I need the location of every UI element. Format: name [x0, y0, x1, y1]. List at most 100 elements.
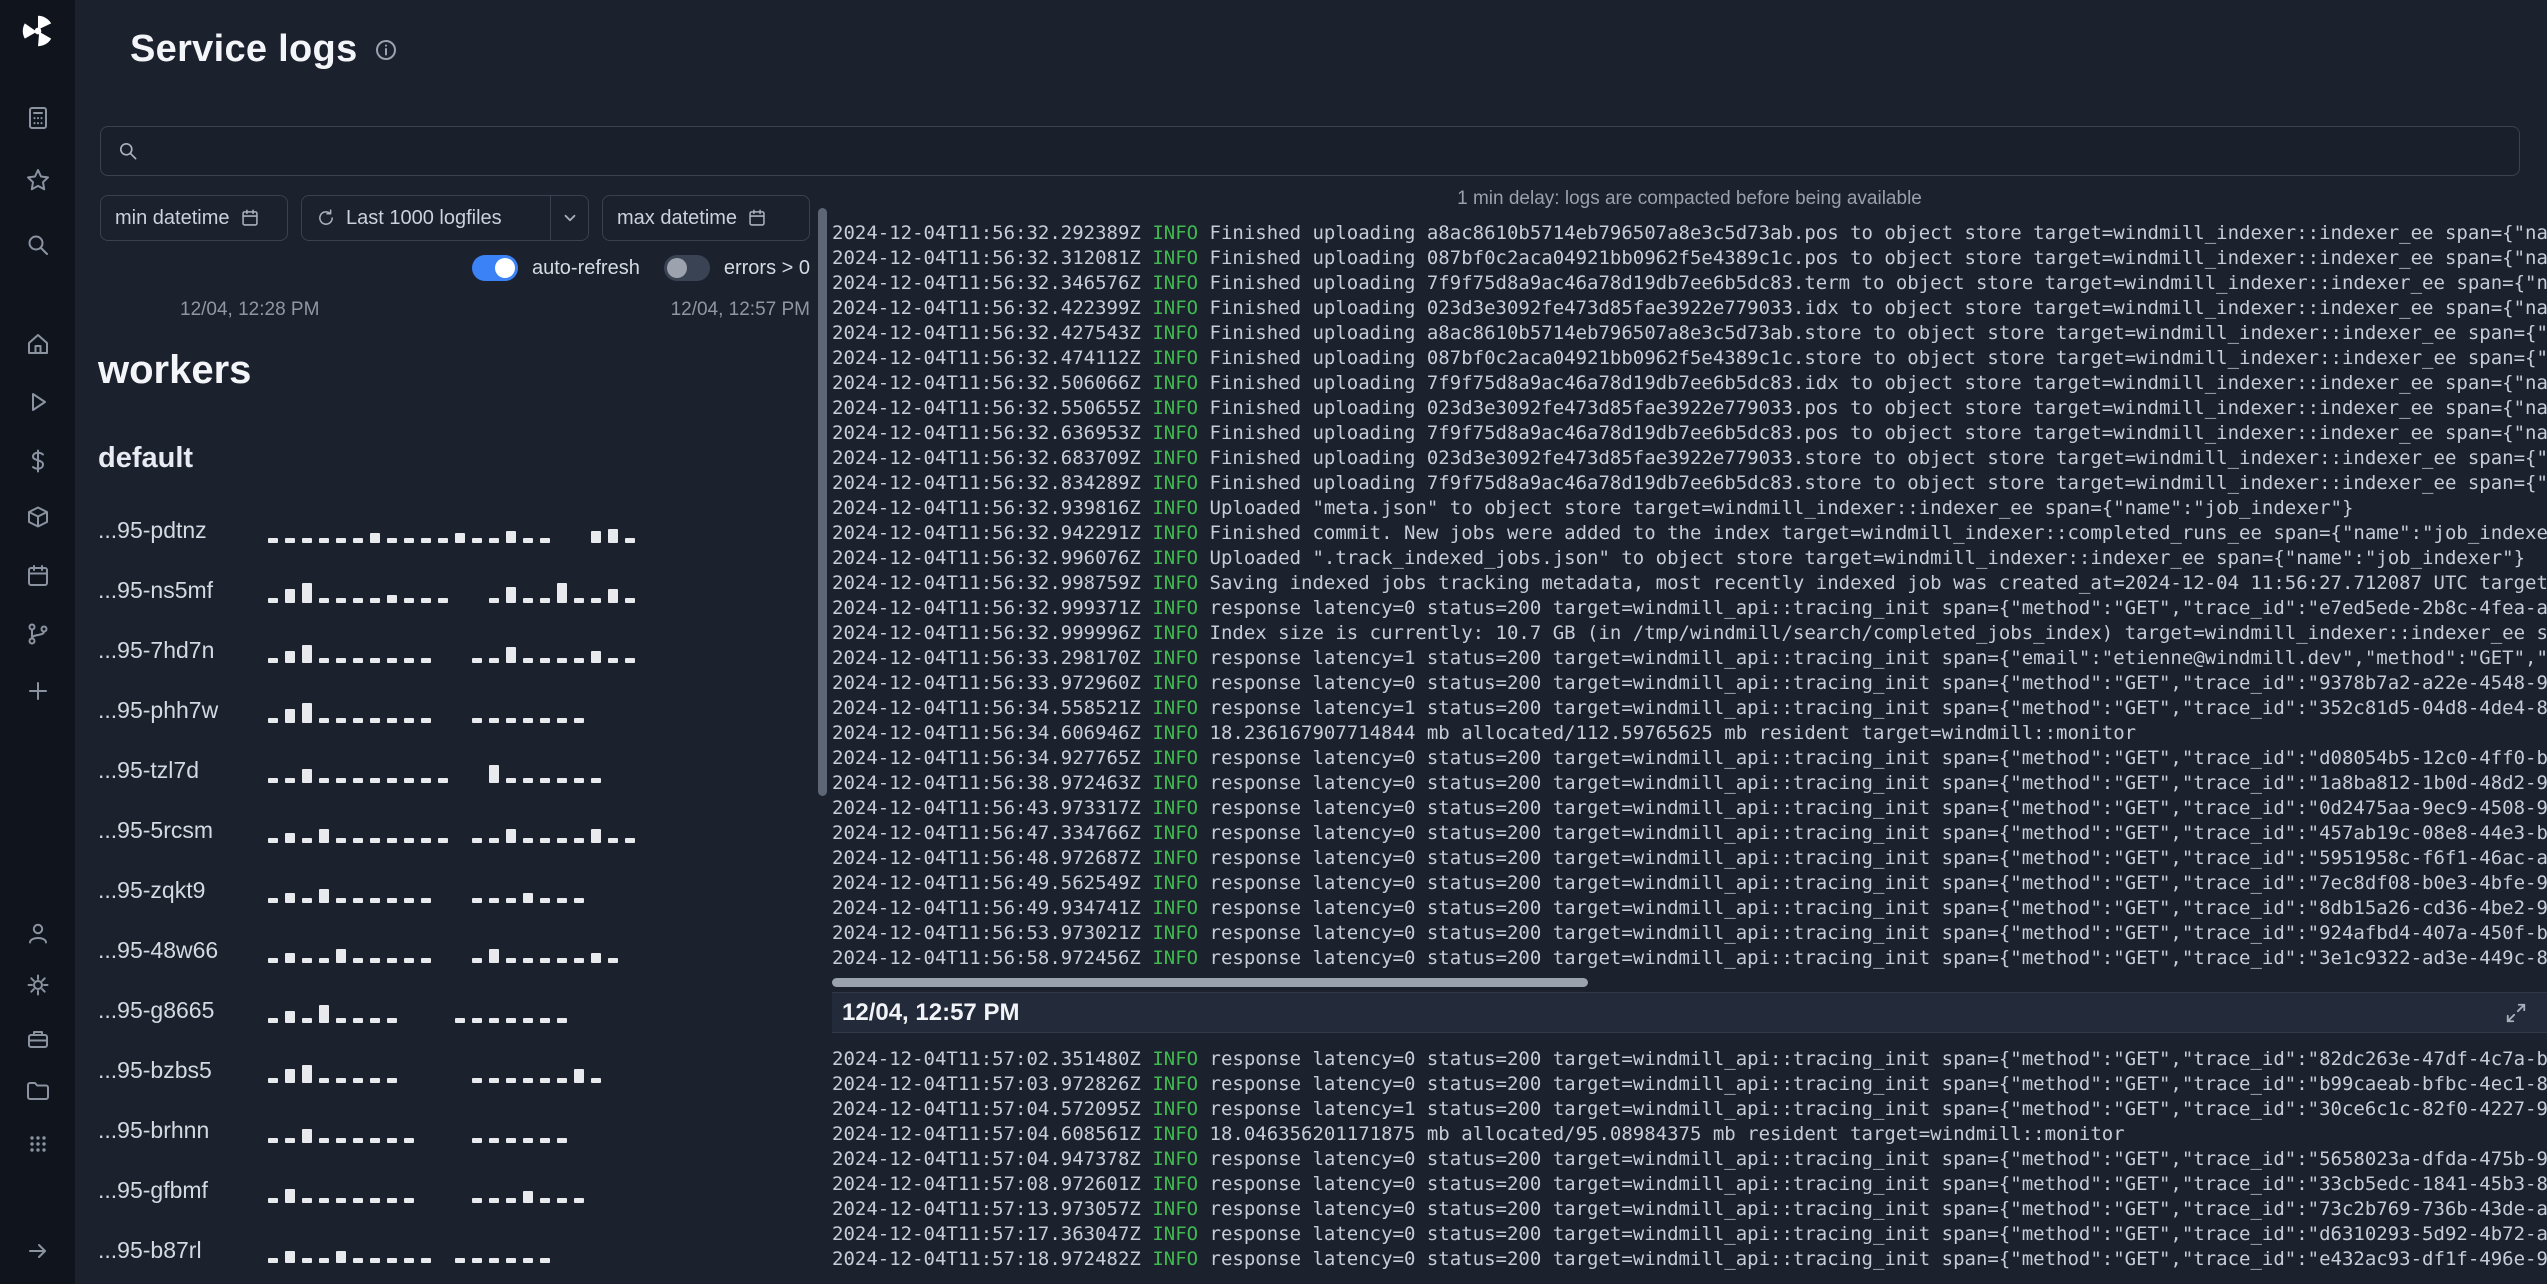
workers-toolbox-icon[interactable]: [24, 1025, 52, 1053]
sparkline-bar: [506, 898, 516, 903]
sparkline-bar: [268, 1018, 278, 1023]
log-timestamp: 2024-12-04T11:56:32.999371Z: [832, 597, 1141, 619]
delay-note: 1 min delay: logs are compacted before b…: [1457, 188, 1922, 209]
expand-sidebar-arrow-icon[interactable]: [24, 1237, 52, 1265]
sparkline-bar: [370, 1078, 380, 1083]
user-icon[interactable]: [24, 919, 52, 947]
sparkline-bar: [336, 718, 346, 723]
sparkline-bar: [455, 1081, 465, 1083]
log-line: 2024-12-04T11:56:32.292389Z INFO Finishe…: [832, 221, 2547, 246]
sparkline-bar: [285, 1069, 295, 1083]
sparkline-bar: [353, 658, 363, 663]
max-datetime-button[interactable]: max datetime: [602, 195, 810, 241]
worker-row[interactable]: ...95-7hd7n: [98, 620, 803, 680]
log-level: INFO: [1152, 222, 1199, 244]
calculator-icon[interactable]: [24, 104, 52, 132]
logfiles-select-main[interactable]: Last 1000 logfiles: [302, 196, 540, 240]
sparkline-bar: [319, 778, 329, 783]
auto-refresh-toggle[interactable]: [472, 255, 518, 281]
git-branch-icon[interactable]: [24, 620, 52, 648]
log-level: INFO: [1152, 1248, 1199, 1270]
windmill-logo-icon[interactable]: [19, 12, 57, 50]
star-icon[interactable]: [24, 166, 52, 194]
folder-icon[interactable]: [24, 1077, 52, 1105]
sparkline-bar: [353, 1078, 363, 1083]
worker-row[interactable]: ...95-ns5mf: [98, 560, 803, 620]
worker-row[interactable]: ...95-phh7w: [98, 680, 803, 740]
sparkline-bar: [319, 958, 329, 963]
sparkline-bar: [557, 778, 567, 783]
page-title: Service logs: [130, 28, 358, 70]
worker-row[interactable]: ...95-b87rl: [98, 1220, 803, 1280]
log-message: Finished uploading a8ac8610b5714eb796507…: [1209, 322, 2547, 344]
log-message: response latency=0 status=200 target=win…: [1209, 1223, 2547, 1245]
info-icon[interactable]: [374, 38, 398, 62]
sparkline-bar: [625, 1201, 635, 1203]
worker-name: ...95-5rcsm: [98, 816, 214, 843]
worker-row[interactable]: ...95-bzbs5: [98, 1040, 803, 1100]
plus-icon[interactable]: [24, 677, 52, 705]
runs-play-icon[interactable]: [24, 388, 52, 416]
min-datetime-button[interactable]: min datetime: [100, 195, 288, 241]
sparkline-bar: [591, 1078, 601, 1083]
sparkline-bar: [370, 1258, 380, 1263]
sparkline-bar: [557, 1078, 567, 1083]
sparkline-bar: [557, 1261, 567, 1263]
sparkline-bar: [540, 778, 550, 783]
sparkline-bar: [370, 1138, 380, 1143]
worker-row[interactable]: ...95-5rcsm: [98, 800, 803, 860]
resources-box-icon[interactable]: [24, 503, 52, 531]
search-input[interactable]: [151, 139, 2503, 163]
sparkline-bar: [285, 589, 295, 603]
sparkline-bar: [523, 718, 533, 723]
search-nav-icon[interactable]: [24, 231, 52, 259]
log-timestamp: 2024-12-04T11:56:47.334766Z: [832, 822, 1141, 844]
worker-row[interactable]: ...95-48w66: [98, 920, 803, 980]
log-timestamp: 2024-12-04T11:57:13.973057Z: [832, 1198, 1141, 1220]
logfiles-dropdown-button[interactable]: [550, 196, 588, 240]
sparkline-bar: [506, 829, 516, 843]
sparkline-bar: [370, 1198, 380, 1203]
sparkline-bar: [574, 1198, 584, 1203]
errors-toggle[interactable]: [663, 255, 710, 281]
sparkline-bar: [285, 1251, 295, 1263]
schedules-calendar-icon[interactable]: [24, 562, 52, 590]
horizontal-scrollbar[interactable]: [832, 978, 1588, 987]
sparkline-bar: [268, 718, 278, 723]
log-line: 2024-12-04T11:56:32.999371Z INFO respons…: [832, 596, 2547, 621]
expand-icon[interactable]: [2505, 1002, 2527, 1024]
grid-dots-icon[interactable]: [24, 1130, 52, 1158]
logfiles-select[interactable]: Last 1000 logfiles: [301, 195, 589, 241]
sparkline-bar: [557, 1198, 567, 1203]
worker-row[interactable]: ...95-g8665: [98, 980, 803, 1040]
home-icon[interactable]: [24, 330, 52, 358]
sparkline-bar: [540, 1138, 550, 1143]
worker-row[interactable]: ...95-zqkt9: [98, 860, 803, 920]
sparkline-bar: [370, 838, 380, 843]
worker-row[interactable]: ...95-gfbmf: [98, 1160, 803, 1220]
worker-row[interactable]: ...95-pdtnz: [98, 500, 803, 560]
sparkline-bar: [302, 645, 312, 663]
sparkline-bar: [557, 1018, 567, 1023]
sparkline-bar: [387, 1258, 397, 1263]
variables-dollar-icon[interactable]: [24, 447, 52, 475]
sparkline-bar: [387, 595, 397, 603]
log-line: 2024-12-04T11:56:32.636953Z INFO Finishe…: [832, 421, 2547, 446]
log-message: Index size is currently: 10.7 GB (in /tm…: [1209, 622, 2547, 644]
sparkline-bar: [387, 1078, 397, 1083]
log-line: 2024-12-04T11:56:32.312081Z INFO Finishe…: [832, 246, 2547, 271]
settings-gear-icon[interactable]: [24, 971, 52, 999]
vertical-scrollbar[interactable]: [818, 208, 827, 796]
log-level: INFO: [1152, 522, 1199, 544]
sparkline-bar: [404, 598, 414, 603]
worker-row[interactable]: ...95-brhnn: [98, 1100, 803, 1160]
log-message: response latency=0 status=200 target=win…: [1209, 847, 2547, 869]
log-message: 18.236167907714844 mb allocated/112.5976…: [1209, 722, 2137, 744]
log-line: 2024-12-04T11:56:49.934741Z INFO respons…: [832, 896, 2547, 921]
log-timestamp: 2024-12-04T11:56:43.973317Z: [832, 797, 1141, 819]
sparkline-bar: [285, 1138, 295, 1143]
worker-row[interactable]: ...95-tzl7d: [98, 740, 803, 800]
sparkline-bar: [404, 1138, 414, 1143]
sparkline-bar: [540, 898, 550, 903]
sparkline-bar: [625, 1141, 635, 1143]
